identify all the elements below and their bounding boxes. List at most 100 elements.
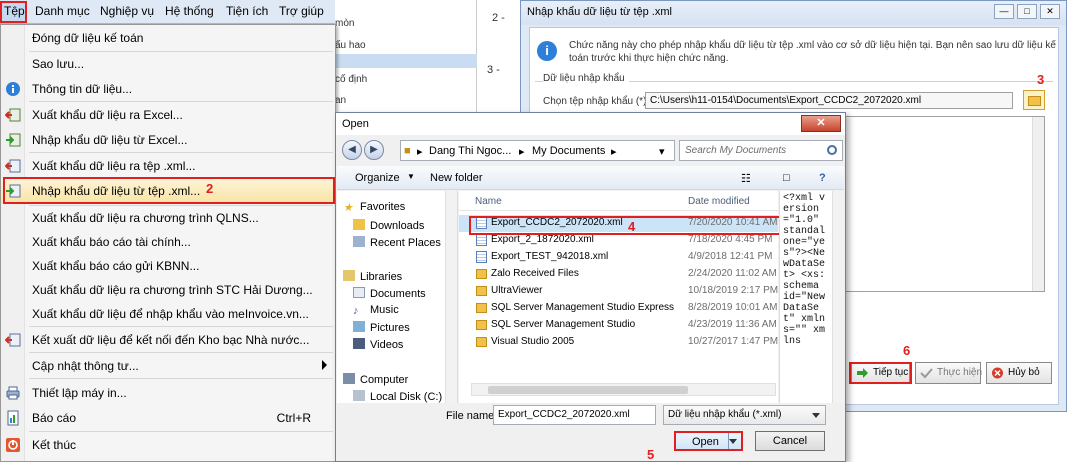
import-file-label: Chọn tệp nhập khẩu (*): [543, 96, 647, 107]
folder-icon: [476, 320, 487, 330]
file-type-select[interactable]: Dữ liệu nhập khẩu (*.xml): [663, 405, 826, 425]
xml-file-icon: [476, 251, 487, 263]
folder-icon: [476, 303, 487, 313]
menu-item-backup[interactable]: Sao lưu...: [1, 52, 335, 76]
nav-local-disk[interactable]: Local Disk (C:): [353, 390, 442, 403]
folder-row[interactable]: SQL Server Management Studio 4/23/2019 11…: [459, 317, 778, 334]
search-icon: [827, 145, 837, 155]
cancel-icon: [992, 367, 1003, 379]
execute-button[interactable]: Thực hiện: [915, 362, 982, 384]
chevron-down-icon[interactable]: [729, 439, 737, 444]
menu-item-report[interactable]: Báo cáo Ctrl+R: [1, 406, 335, 430]
menu-item-close-data[interactable]: Đóng dữ liệu kế toán: [1, 26, 335, 50]
background-row: mòn: [335, 18, 355, 29]
open-dialog-close-button[interactable]: ✕: [801, 115, 841, 132]
menu-separator: [29, 326, 333, 327]
menu-file[interactable]: Tệp: [4, 4, 25, 18]
exit-icon: [6, 438, 20, 452]
import-file-path-field[interactable]: C:\Users\h11-0154\Documents\Export_CCDC2…: [645, 92, 1013, 109]
step-6-marker: 6: [903, 343, 911, 358]
nav-pictures[interactable]: Pictures: [353, 321, 410, 334]
computer-icon: [343, 373, 355, 384]
breadcrumb-user[interactable]: Dang Thi Ngoc...: [429, 145, 511, 157]
file-row[interactable]: Export_TEST_942018.xml 4/9/2018 12:41 PM: [459, 249, 778, 266]
nav-music[interactable]: ♪ Music: [353, 304, 399, 317]
scroll-thumb[interactable]: [488, 386, 688, 394]
search-input[interactable]: Search My Documents: [679, 140, 843, 161]
folder-icon: ■: [404, 145, 411, 157]
file-name-input[interactable]: Export_CCDC2_2072020.xml: [493, 405, 656, 425]
step-2-marker: 2: [206, 181, 214, 196]
menu-item-printer-setup[interactable]: Thiết lập máy in...: [1, 381, 335, 405]
nav-documents[interactable]: Documents: [353, 287, 426, 300]
column-name[interactable]: Name: [475, 196, 502, 207]
menu-item-data-info[interactable]: Thông tin dữ liệu...: [1, 77, 335, 101]
nav-libraries[interactable]: Libraries: [343, 270, 402, 283]
menu-item-export-kbnn-report[interactable]: Xuất khẩu báo cáo gửi KBNN...: [1, 254, 335, 278]
browse-folder-button[interactable]: [1023, 90, 1045, 110]
cancel-import-button[interactable]: Hủy bỏ: [986, 362, 1052, 384]
menu-item-export-meinvoice[interactable]: Xuất khẩu dữ liệu để nhập khẩu vào meInv…: [1, 302, 335, 326]
nav-videos[interactable]: Videos: [353, 338, 403, 351]
back-arrow-icon[interactable]: ◀: [342, 140, 362, 160]
folder-row[interactable]: SQL Server Management Studio Express 8/28…: [459, 300, 778, 317]
help-icon[interactable]: ?: [819, 172, 826, 184]
menu-item-update-circular[interactable]: Cập nhật thông tư...: [1, 354, 335, 378]
import-log-area[interactable]: [841, 116, 1045, 292]
file-list-hscrollbar[interactable]: [471, 383, 776, 396]
nav-computer[interactable]: Computer: [343, 373, 408, 386]
breadcrumb-chevron-icon: ▸: [519, 146, 525, 158]
nav-recent-places[interactable]: Recent Places: [353, 236, 441, 249]
menu-item-export-qlns[interactable]: Xuất khẩu dữ liệu ra chương trình QLNS..…: [1, 206, 335, 230]
breadcrumb-my-documents[interactable]: My Documents: [532, 145, 605, 157]
printer-icon: [6, 386, 20, 400]
menu-operations[interactable]: Nghiệp vụ: [100, 4, 154, 18]
menu-separator: [29, 152, 333, 153]
preview-text: <?xml version="1.0" standalone="yes"?><N…: [783, 193, 826, 347]
open-button[interactable]: Open: [674, 431, 743, 451]
organize-button[interactable]: Organize: [355, 172, 400, 184]
menu-item-export-financial-report[interactable]: Xuất khẩu báo cáo tài chính...: [1, 230, 335, 254]
column-date-modified[interactable]: Date modified: [688, 196, 750, 207]
menu-item-import-excel[interactable]: Nhập khẩu dữ liệu từ Excel...: [1, 128, 335, 152]
tree-node: 3 -: [487, 64, 500, 76]
preview-pane-icon[interactable]: □: [783, 172, 790, 184]
recent-places-icon: [353, 236, 365, 247]
menu-catalog[interactable]: Danh mục: [35, 4, 90, 18]
view-icon[interactable]: ☷: [741, 172, 751, 185]
check-icon: [920, 368, 933, 379]
folder-row[interactable]: UltraViewer 10/18/2019 2:17 PM: [459, 283, 778, 300]
menu-item-export-stc[interactable]: Xuất khẩu dữ liệu ra chương trình STC Hả…: [1, 278, 335, 302]
breadcrumb-chevron-icon: ▸: [611, 146, 617, 158]
menu-help[interactable]: Trợ giúp: [279, 4, 324, 18]
chevron-down-icon: ▼: [407, 172, 415, 181]
minimize-button[interactable]: —: [994, 4, 1014, 19]
close-button[interactable]: ✕: [1040, 4, 1060, 19]
forward-arrow-icon[interactable]: ▶: [364, 140, 384, 160]
music-icon: ♪: [353, 305, 359, 317]
cancel-button[interactable]: Cancel: [755, 431, 825, 451]
nav-downloads[interactable]: Downloads: [353, 219, 424, 232]
import-dialog-titlebar: Nhập khẩu dữ liệu từ tệp .xml — □ ✕: [521, 1, 1066, 25]
cancel-import-label: Hủy bỏ: [1008, 367, 1040, 378]
new-folder-button[interactable]: New folder: [430, 172, 483, 184]
maximize-button[interactable]: □: [1017, 4, 1037, 19]
menu-system[interactable]: Hệ thống: [165, 4, 214, 18]
folder-row[interactable]: Visual Studio 2005 10/27/2017 1:47 PM: [459, 334, 778, 351]
menu-utilities[interactable]: Tiện ích: [226, 4, 268, 18]
preview-scrollbar[interactable]: [832, 191, 844, 403]
folder-row[interactable]: Zalo Received Files 2/24/2020 11:02 AM: [459, 266, 778, 283]
menu-item-export-excel[interactable]: Xuất khẩu dữ liệu ra Excel...: [1, 103, 335, 127]
menu-item-treasury-connect[interactable]: Kết xuất dữ liệu để kết nối đến Kho bạc …: [1, 328, 335, 352]
path-dropdown-icon[interactable]: ▾: [659, 145, 665, 158]
menu-item-export-xml[interactable]: Xuất khẩu dữ liệu ra tệp .xml...: [1, 154, 335, 178]
report-shortcut: Ctrl+R: [276, 411, 311, 425]
nav-scrollbar[interactable]: [445, 191, 457, 403]
nav-favorites[interactable]: ★ Favorites: [343, 201, 405, 214]
path-breadcrumb[interactable]: ■ ▸ Dang Thi Ngoc... ▸ My Documents ▸ ▾: [400, 140, 675, 161]
log-scrollbar[interactable]: [1032, 117, 1044, 291]
menu-item-exit[interactable]: Kết thúc: [1, 433, 335, 457]
export-xml-icon: [5, 159, 21, 173]
open-dialog-title: Open: [342, 118, 369, 130]
background-row: ấu hao: [335, 40, 366, 51]
